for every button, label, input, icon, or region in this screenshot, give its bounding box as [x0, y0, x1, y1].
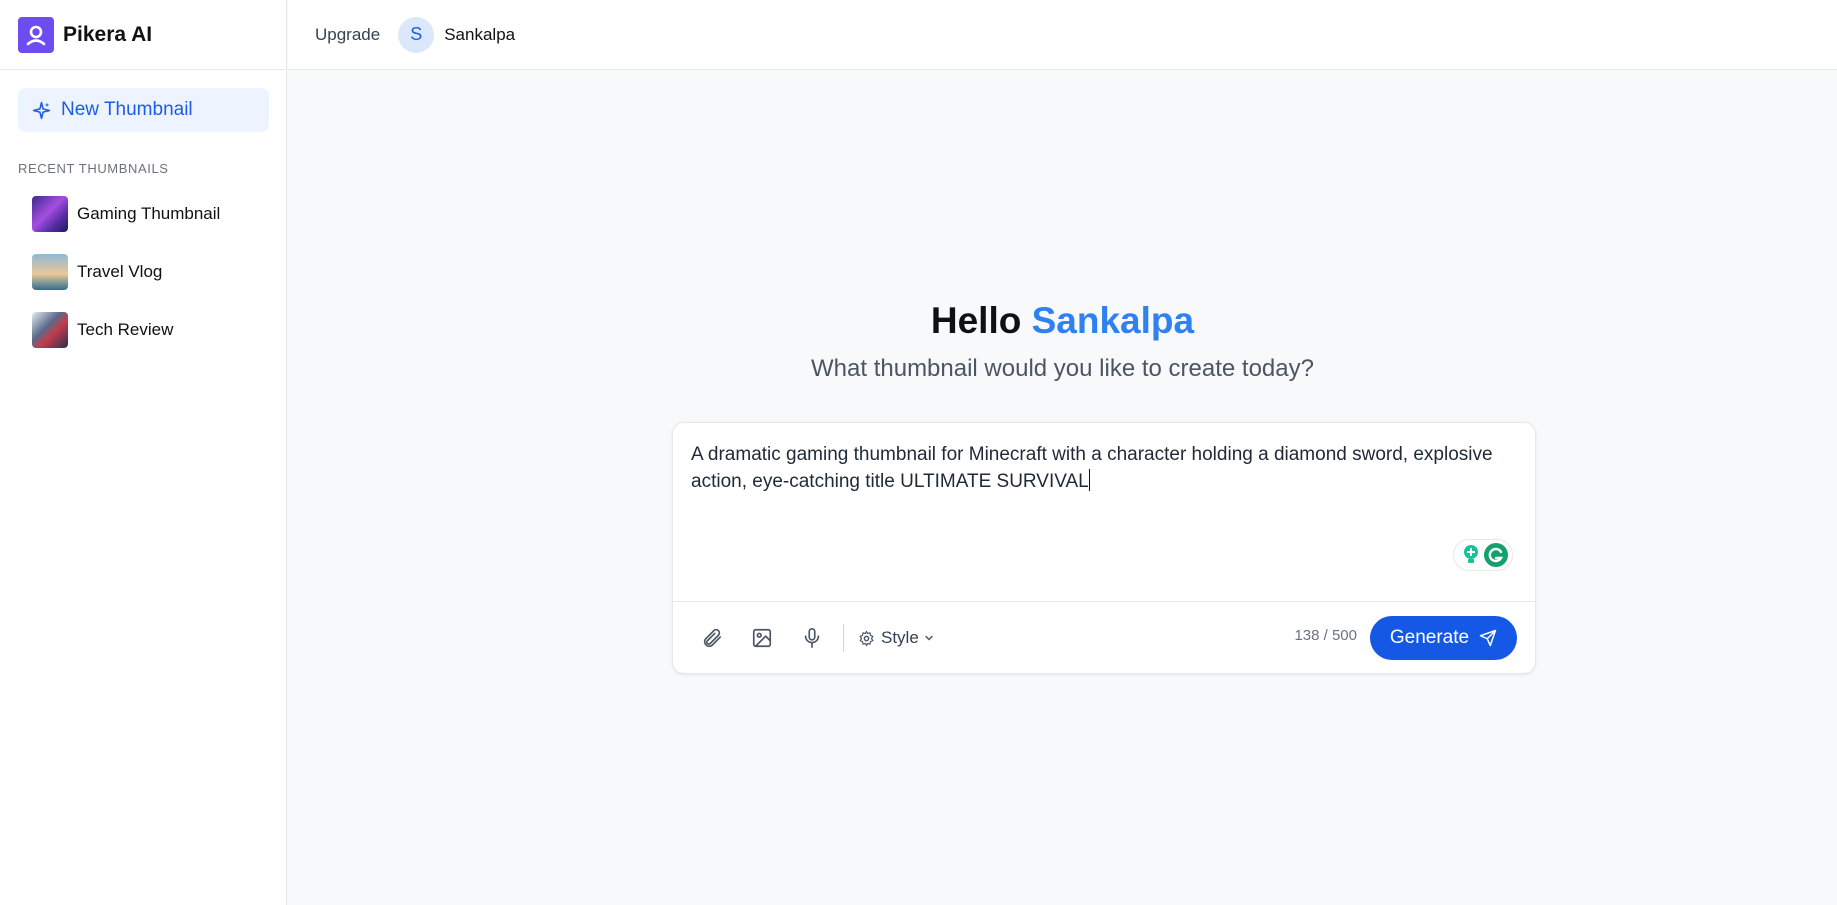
- text-caret: [1088, 469, 1090, 491]
- recent-thumbnails-heading: RECENT THUMBNAILS: [18, 161, 169, 176]
- image-upload-button[interactable]: [749, 625, 775, 651]
- grammarly-widget[interactable]: [1453, 539, 1513, 571]
- greeting-word: Hello: [930, 300, 1022, 341]
- greeting-subtitle: What thumbnail would you like to create …: [811, 355, 1314, 382]
- sidebar: Pikera AI New Thumbnail RECENT THUMBNAIL…: [0, 0, 287, 905]
- username[interactable]: Sankalpa: [444, 25, 515, 45]
- tech-review-image: [32, 311, 68, 348]
- top-bar: Upgrade S Sankalpa: [288, 0, 1837, 70]
- recent-item-label: Tech Review: [77, 319, 174, 339]
- style-dropdown[interactable]: Style: [858, 628, 935, 648]
- style-label: Style: [881, 628, 919, 647]
- prompt-composer: A dramatic gaming thumbnail for Minecraf…: [672, 422, 1536, 674]
- chevron-down-icon: [925, 635, 933, 641]
- recent-item-gaming-thumbnail[interactable]: Gaming Thumbnail: [32, 195, 220, 232]
- prompt-text: A dramatic gaming thumbnail for Minecraf…: [691, 444, 1493, 492]
- lightbulb-icon[interactable]: [1458, 543, 1483, 567]
- avatar[interactable]: S: [398, 16, 435, 53]
- image-icon: [752, 628, 772, 648]
- voice-input-button[interactable]: [799, 625, 825, 651]
- upgrade-link[interactable]: Upgrade: [315, 25, 380, 45]
- prompt-input[interactable]: A dramatic gaming thumbnail for Minecraf…: [691, 441, 1511, 495]
- gear-icon: [859, 630, 874, 646]
- composer-toolbar: Style 138 / 500 Generate: [673, 602, 1535, 674]
- grammarly-g-icon[interactable]: [1483, 543, 1508, 567]
- greeting-heading: Hello Sankalpa: [288, 300, 1837, 342]
- greeting-name: Sankalpa: [1031, 300, 1195, 341]
- recent-thumbnails-list: Gaming Thumbnail Travel Vlog Tech Review: [32, 195, 220, 369]
- paperclip-icon: [703, 628, 722, 648]
- recent-item-label: Travel Vlog: [77, 261, 163, 281]
- travel-vlog-image: [32, 253, 68, 290]
- recent-item-travel-vlog[interactable]: Travel Vlog: [32, 253, 220, 290]
- microphone-icon: [804, 628, 820, 648]
- pikera-logo-icon: [18, 16, 54, 53]
- attach-button[interactable]: [699, 625, 725, 651]
- character-counter: 138 / 500: [1294, 627, 1357, 644]
- generate-label: Generate: [1389, 627, 1470, 648]
- app-name: Pikera AI: [63, 22, 153, 46]
- recent-item-label: Gaming Thumbnail: [77, 203, 221, 223]
- new-thumbnail-button[interactable]: New Thumbnail: [18, 88, 269, 132]
- brand[interactable]: Pikera AI: [0, 0, 286, 70]
- gaming-thumbnail-image: [32, 195, 68, 232]
- recent-item-tech-review[interactable]: Tech Review: [32, 311, 220, 348]
- toolbar-separator: [843, 624, 844, 652]
- generate-button[interactable]: Generate: [1370, 616, 1517, 660]
- sparkle-icon: [32, 101, 51, 119]
- new-thumbnail-label: New Thumbnail: [61, 99, 193, 120]
- send-icon: [1479, 629, 1497, 647]
